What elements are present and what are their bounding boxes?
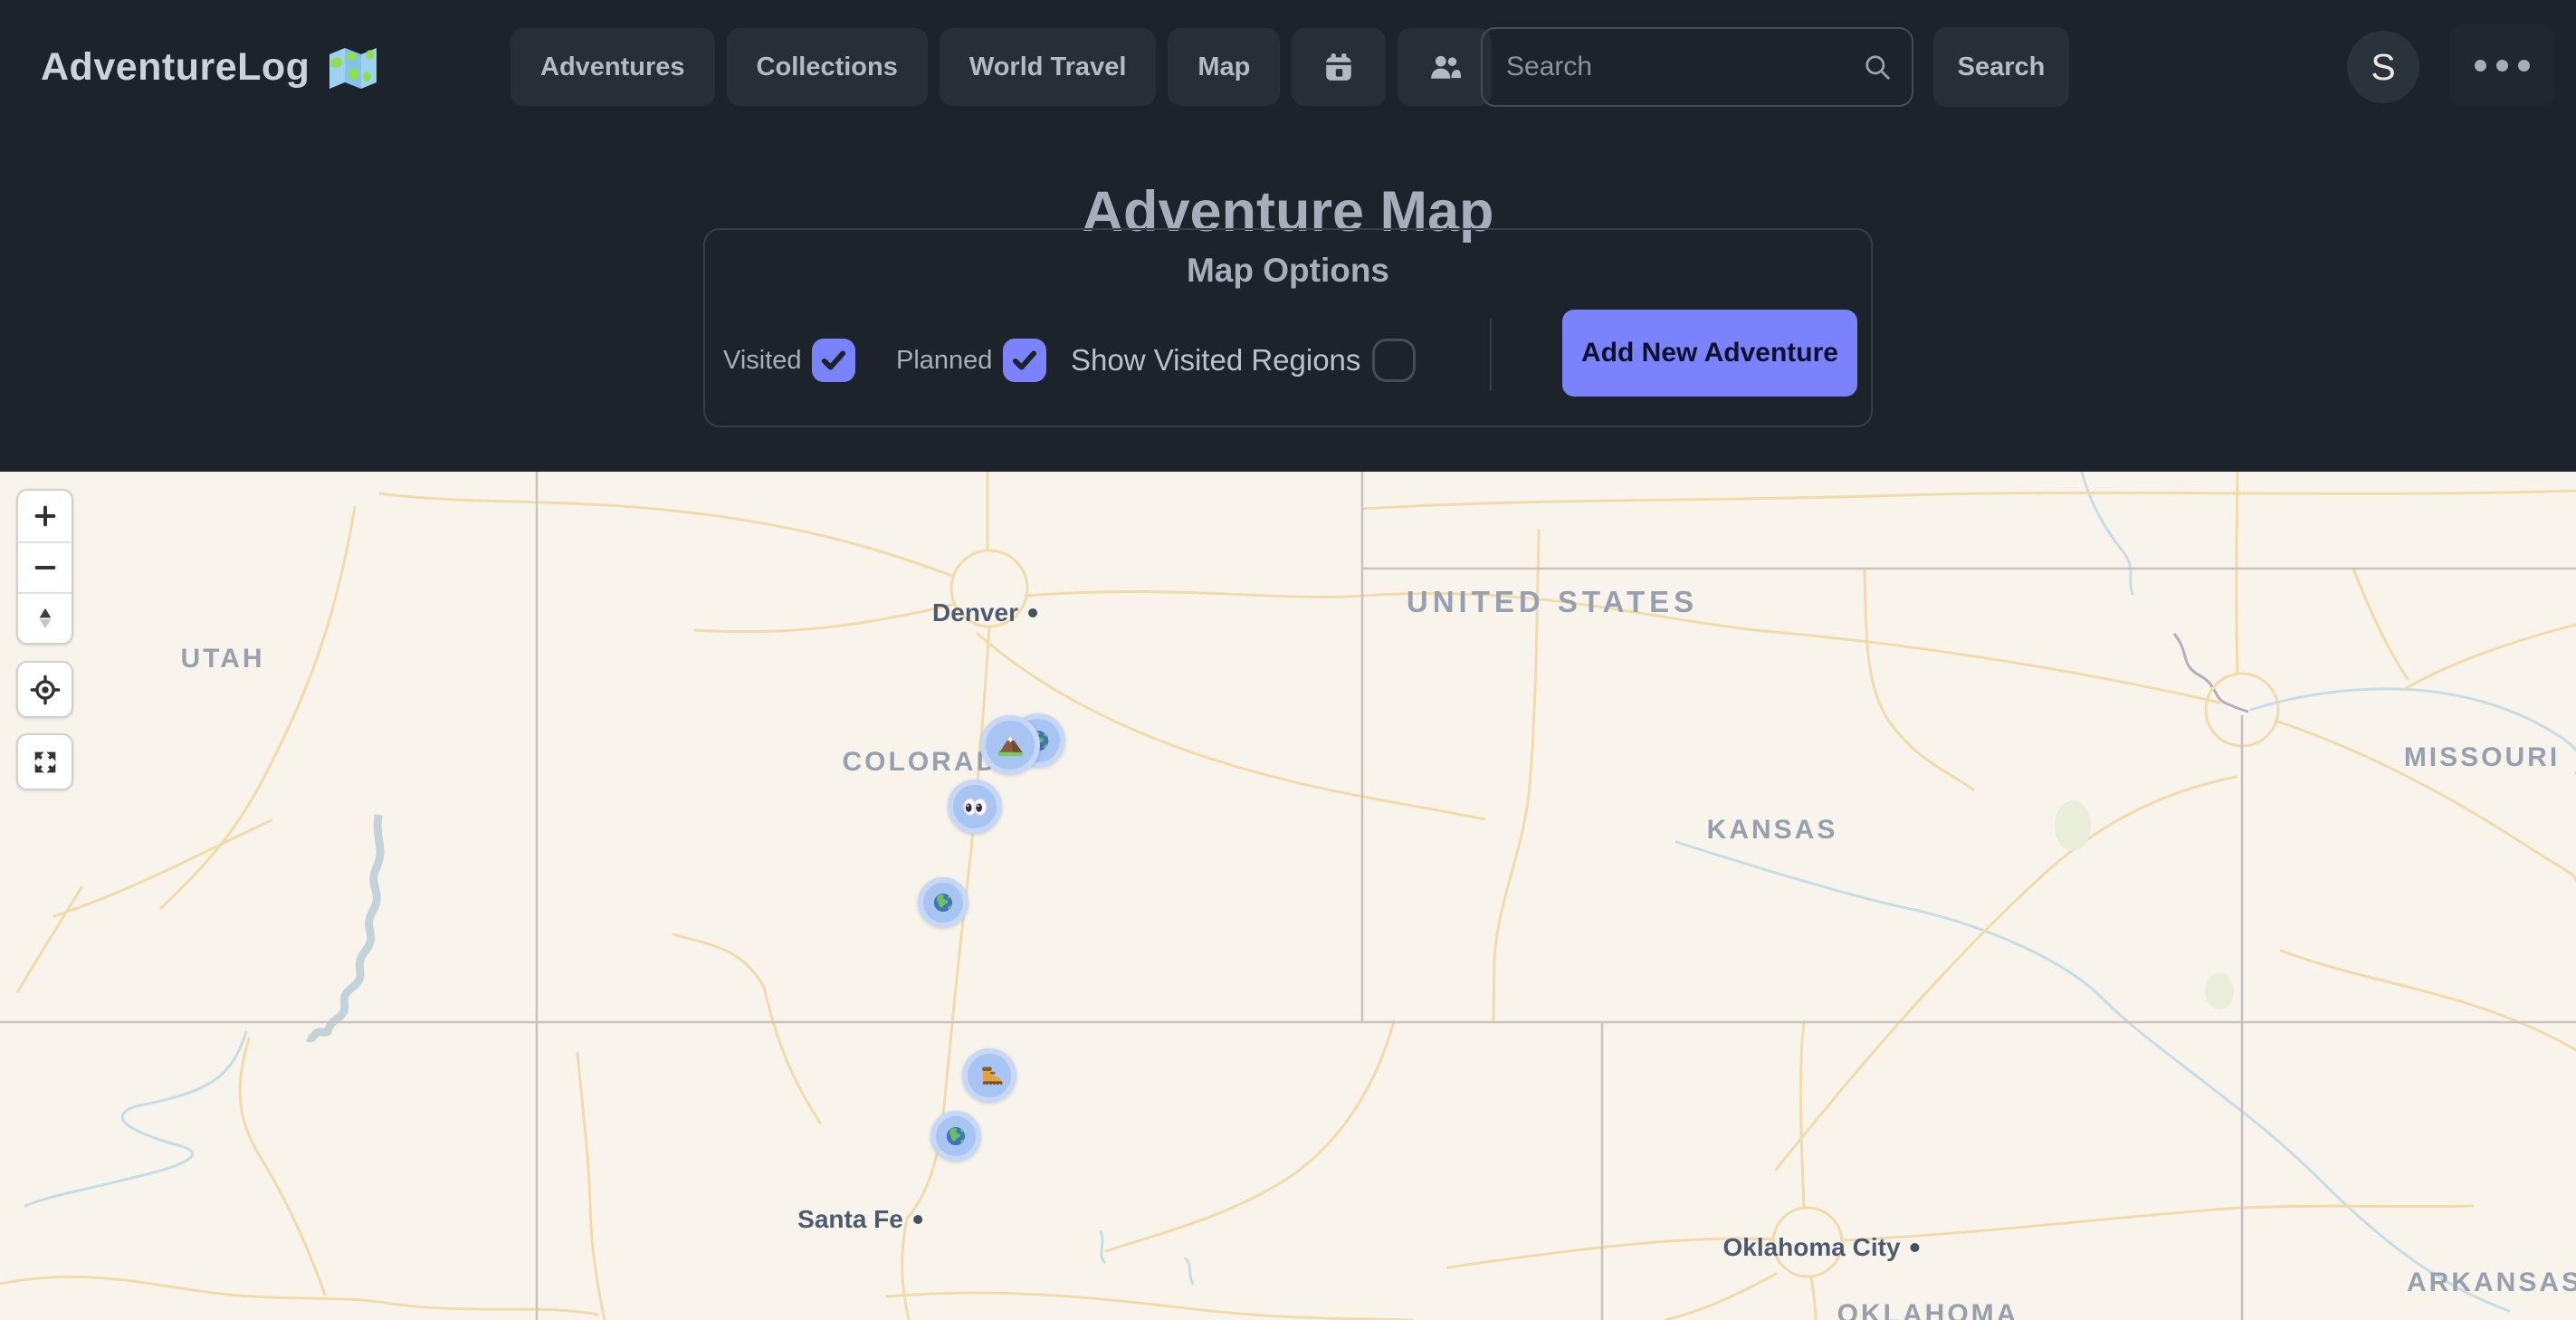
adventurelog-app: AdventureLog Adventures Collections Worl… [0,0,2576,1320]
calendar-button[interactable] [1292,28,1386,106]
state-label: MISSOURI [2404,742,2560,773]
state-label: ARKANSAS [2407,1267,2576,1298]
fullscreen-button[interactable] [16,733,73,790]
nav-adventures-button[interactable]: Adventures [510,28,715,106]
geolocate-button[interactable] [16,661,73,718]
map-marker-mountain[interactable] [980,715,1040,775]
visited-label: Visited [723,339,802,382]
map-overlays: UTAHCOLORADOUNITED STATESKANSASMISSOURIA… [0,472,2576,1320]
search-icon [1863,53,1892,81]
visited-checkbox[interactable] [812,339,855,382]
planned-checkbox[interactable] [1003,339,1046,382]
map-marker-globe[interactable] [930,1111,981,1162]
state-label: UTAH [180,644,264,674]
city-dot [1911,1243,1920,1252]
state-label: UNITED STATES [1407,585,1698,619]
avatar[interactable]: S [2347,31,2419,103]
zoom-out-button[interactable] [18,541,72,592]
options-divider [1490,319,1492,391]
logo-text: AdventureLog [41,45,310,90]
zoom-controls [16,489,73,645]
planned-label: Planned [896,339,992,382]
more-menu-button[interactable] [2449,24,2554,107]
eyes-emoji [960,792,990,822]
city-label: Denver [932,598,1037,627]
map-options-title: Map Options [705,252,1871,290]
add-new-adventure-button[interactable]: Add New Adventure [1562,310,1857,397]
ellipsis-icon [2475,60,2530,72]
search-button[interactable]: Search [1933,27,2069,107]
globe-emoji [942,1123,969,1150]
compass-button[interactable] [18,592,72,643]
map-marker-eyes[interactable] [948,780,1002,834]
show-visited-regions-label: Show Visited Regions [1071,339,1360,382]
map-marker-boot[interactable] [962,1048,1016,1103]
city-label: Santa Fe [797,1205,922,1234]
logo-link[interactable]: AdventureLog [41,0,378,134]
city-dot [1028,608,1037,617]
world-map-icon [328,45,378,89]
mountain-emoji [994,729,1027,762]
geolocate-icon [30,674,61,705]
fullscreen-icon [30,747,61,778]
nav-collections-button[interactable]: Collections [727,28,928,106]
nav-world-travel-button[interactable]: World Travel [940,28,1157,106]
search-field-wrap [1481,27,1913,107]
navbar: AdventureLog Adventures Collections Worl… [0,0,2576,134]
nav-map-button[interactable]: Map [1168,28,1280,106]
search-input[interactable] [1483,52,1863,82]
state-label: OKLAHOMA [1837,1299,2019,1320]
show-visited-regions-checkbox[interactable] [1372,339,1416,382]
users-icon [1428,52,1461,82]
globe-emoji [930,889,957,916]
primary-nav: Adventures Collections World Travel Map [510,28,1492,106]
users-button[interactable] [1398,28,1492,106]
state-label: KANSAS [1707,815,1838,846]
city-dot [913,1215,922,1224]
city-label: Oklahoma City [1722,1233,1919,1262]
map-canvas[interactable]: UTAHCOLORADOUNITED STATESKANSASMISSOURIA… [0,472,2576,1320]
hiking-boot-emoji [975,1061,1005,1091]
zoom-in-button[interactable] [18,491,72,541]
calendar-icon [1322,51,1355,83]
map-marker-globe[interactable] [918,877,968,928]
